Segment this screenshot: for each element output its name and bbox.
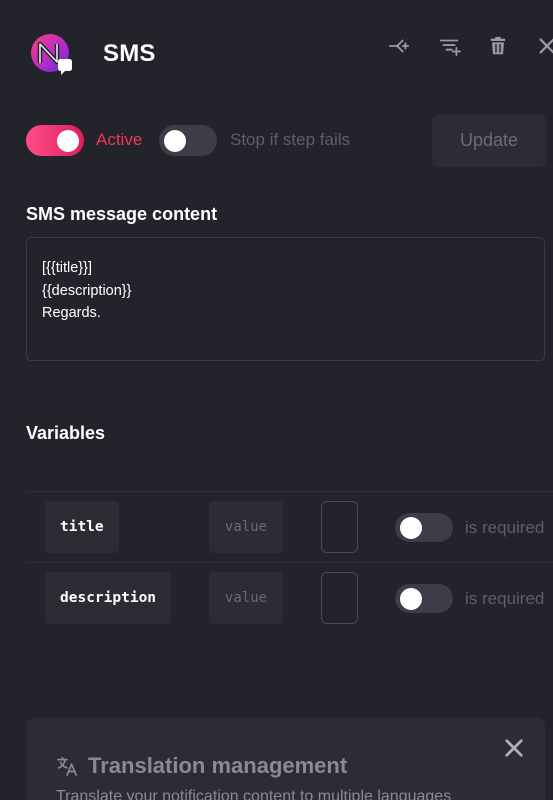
variable-type-box[interactable] — [321, 501, 358, 553]
trash-icon[interactable] — [486, 34, 510, 58]
required-label: is required — [465, 518, 545, 537]
required-toggle[interactable] — [395, 584, 453, 613]
message-content-heading: SMS message content — [26, 204, 218, 224]
variable-value-input[interactable]: value — [209, 572, 283, 624]
variable-name-title: title — [45, 501, 119, 553]
variable-name-description: description — [45, 572, 172, 624]
close-icon[interactable] — [535, 34, 553, 58]
required-toggle[interactable] — [395, 513, 453, 542]
translation-description: Translate your notification content to m… — [56, 788, 452, 800]
variable-type-box[interactable] — [321, 572, 358, 624]
branch-add-icon[interactable] — [387, 34, 411, 58]
active-label: Active — [96, 130, 143, 149]
stop-on-fail-label: Stop if step fails — [230, 130, 351, 149]
sms-logo-icon — [30, 33, 74, 77]
translate-icon — [56, 755, 78, 777]
page-title: SMS — [103, 40, 156, 67]
translation-title: Translation management — [88, 753, 348, 778]
required-label: is required — [465, 589, 545, 608]
close-translation-icon[interactable] — [503, 737, 525, 759]
filter-add-icon[interactable] — [438, 34, 462, 58]
toggle-knob — [57, 130, 79, 152]
variables-heading: Variables — [26, 423, 106, 443]
active-toggle[interactable] — [26, 125, 84, 156]
update-button[interactable]: Update — [432, 114, 546, 167]
divider — [26, 562, 553, 563]
divider — [26, 491, 553, 492]
toggle-knob — [400, 588, 422, 610]
variable-value-input[interactable]: value — [209, 501, 283, 553]
sms-message-editor[interactable]: [{{title}}] {{description}} Regards. — [26, 237, 545, 361]
toggle-knob — [164, 130, 186, 152]
toggle-knob — [400, 517, 422, 539]
stop-on-fail-toggle[interactable] — [159, 125, 217, 156]
